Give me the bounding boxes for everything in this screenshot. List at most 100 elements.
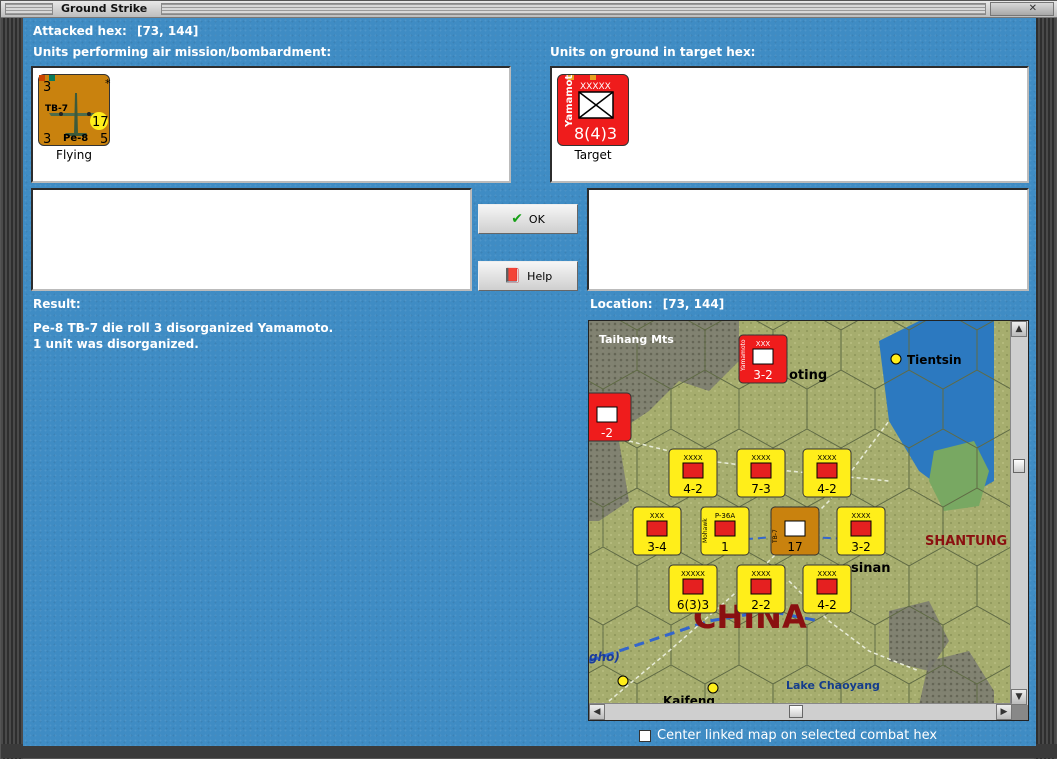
map-unit-name: Mohawk bbox=[702, 518, 709, 543]
map-unit-counter[interactable]: P-36A 1 Mohawk bbox=[700, 506, 750, 556]
vertical-scroll-thumb[interactable] bbox=[1013, 459, 1025, 473]
map-unit-strength: 4-2 bbox=[817, 598, 837, 612]
center-map-checkbox[interactable] bbox=[639, 729, 651, 742]
map-unit-strength: 17 bbox=[787, 540, 802, 554]
svg-text:sinan: sinan bbox=[851, 561, 890, 576]
air-units-panel[interactable]: 3 * 17 TB-7 3 Pe-8 5 Flying bbox=[31, 66, 511, 183]
map-unit-size: XXXX bbox=[817, 454, 836, 462]
air-unit-caption: Flying bbox=[56, 148, 92, 162]
ground-unit-caption: Target bbox=[574, 148, 612, 162]
scroll-left-icon[interactable]: ◀ bbox=[589, 704, 605, 720]
center-map-option[interactable]: Center linked map on selected combat hex bbox=[639, 728, 937, 743]
svg-text:3: 3 bbox=[43, 132, 51, 147]
scroll-down-icon[interactable]: ▼ bbox=[1011, 689, 1027, 705]
map-unit-strength: 3-4 bbox=[647, 540, 667, 554]
map-unit-strength: 4-2 bbox=[817, 482, 837, 496]
svg-text:Yamamoto: Yamamoto bbox=[564, 75, 575, 128]
map-unit-counter[interactable]: 17 TB-7 bbox=[770, 506, 820, 556]
svg-text:17: 17 bbox=[92, 115, 109, 130]
ground-units-label: Units on ground in target hex: bbox=[550, 45, 756, 59]
map-unit-counter[interactable]: XXXX 7-3 bbox=[736, 448, 786, 498]
svg-text:SHANTUNG: SHANTUNG bbox=[925, 534, 1007, 549]
title-bar-grip bbox=[161, 3, 986, 15]
map-unit-counter[interactable]: XXX 3-2 Yamamoto bbox=[738, 334, 788, 384]
map-unit-size: XXXX bbox=[817, 570, 836, 578]
map-unit-strength: 3-2 bbox=[851, 540, 871, 554]
svg-text:3: 3 bbox=[43, 80, 51, 95]
svg-text:Pe-8: Pe-8 bbox=[63, 133, 88, 144]
svg-text:8(4)3: 8(4)3 bbox=[574, 124, 617, 143]
map-unit-strength: 3-2 bbox=[753, 368, 773, 382]
map-unit-size: XXX bbox=[756, 340, 771, 348]
svg-text:*: * bbox=[105, 77, 111, 90]
help-button-label: Help bbox=[527, 269, 553, 283]
ground-unit-card[interactable]: Yamamoto XXXXX 8(4)3 Target bbox=[556, 68, 630, 162]
map-unit-strength: 6(3)3 bbox=[677, 598, 709, 612]
map-unit-size: XXXX bbox=[751, 454, 770, 462]
svg-text:oting: oting bbox=[789, 368, 827, 383]
map-horizontal-scrollbar[interactable]: ◀ ▶ bbox=[589, 703, 1012, 720]
map-unit-counter[interactable]: XXXX 3-2 bbox=[836, 506, 886, 556]
map-unit-counter[interactable]: XXXX 4-2 bbox=[802, 564, 852, 614]
window-menu-icon[interactable] bbox=[5, 3, 53, 15]
map-unit-size: XXXX bbox=[751, 570, 770, 578]
svg-text:Taihang Mts: Taihang Mts bbox=[599, 333, 674, 346]
map-unit-strength: -2 bbox=[601, 426, 613, 440]
svg-text:Tientsin: Tientsin bbox=[907, 353, 962, 367]
checkmark-icon: ✔ bbox=[511, 211, 523, 227]
attacked-hex-label: Attacked hex: [73, 144] bbox=[33, 24, 198, 38]
location-label: Location: [73, 144] bbox=[590, 297, 724, 311]
ground-details-panel bbox=[587, 188, 1029, 291]
center-map-checkbox-label: Center linked map on selected combat hex bbox=[657, 728, 938, 743]
title-bar[interactable]: Ground Strike ✕ bbox=[1, 1, 1057, 18]
map-unit-counter[interactable]: XXXX 4-2 bbox=[668, 448, 718, 498]
scroll-right-icon[interactable]: ▶ bbox=[996, 704, 1012, 720]
air-unit-card[interactable]: 3 * 17 TB-7 3 Pe-8 5 Flying bbox=[37, 74, 111, 162]
close-icon[interactable]: ✕ bbox=[990, 2, 1054, 16]
map-unit-counter[interactable]: XXXX 2-2 bbox=[736, 564, 786, 614]
dialog-content: Attacked hex: [73, 144] Units performing… bbox=[23, 18, 1036, 746]
window-title: Ground Strike bbox=[61, 2, 148, 15]
infantry-unit-icon: Yamamoto XXXXX 8(4)3 bbox=[564, 68, 617, 143]
air-units-label: Units performing air mission/bombardment… bbox=[33, 45, 332, 59]
location-coords: [73, 144] bbox=[662, 297, 725, 311]
ground-strike-window: Ground Strike ✕ Attacked hex: [73, 144] … bbox=[0, 0, 1057, 759]
scroll-up-icon[interactable]: ▲ bbox=[1011, 321, 1027, 337]
bomber-plane-icon: 3 * 17 TB-7 3 Pe-8 5 bbox=[39, 75, 111, 147]
result-label: Result: bbox=[33, 297, 81, 311]
svg-text:XXXXX: XXXXX bbox=[580, 82, 611, 92]
ground-unit-counter[interactable]: Yamamoto XXXXX 8(4)3 bbox=[557, 68, 629, 146]
ok-button[interactable]: ✔ OK bbox=[478, 204, 578, 234]
help-book-icon: 📕 bbox=[503, 268, 522, 284]
map-unit-counter[interactable]: -2 bbox=[582, 392, 632, 442]
location-map[interactable]: Taihang Mts Tientsin oting SHANTUNG sina… bbox=[582, 320, 1029, 721]
svg-text:gho): gho) bbox=[589, 650, 620, 664]
attacked-hex-coords: [73, 144] bbox=[136, 24, 199, 38]
ok-button-label: OK bbox=[528, 212, 545, 226]
svg-text:TB-7: TB-7 bbox=[45, 104, 68, 114]
map-unit-strength: 7-3 bbox=[751, 482, 771, 496]
hex-map[interactable]: Taihang Mts Tientsin oting SHANTUNG sina… bbox=[582, 321, 1012, 708]
map-unit-counter[interactable]: XXXX 4-2 bbox=[802, 448, 852, 498]
svg-text:5: 5 bbox=[100, 132, 108, 147]
map-unit-strength: 2-2 bbox=[751, 598, 771, 612]
map-vertical-scrollbar[interactable]: ▲ ▼ bbox=[1010, 321, 1028, 705]
air-unit-counter[interactable]: 3 * 17 TB-7 3 Pe-8 5 bbox=[38, 74, 111, 147]
map-unit-counter[interactable]: XXX 3-4 bbox=[632, 506, 682, 556]
window-frame-left bbox=[1, 18, 23, 759]
window-frame-right bbox=[1034, 18, 1056, 759]
help-button[interactable]: 📕 Help bbox=[478, 261, 578, 291]
horizontal-scroll-thumb[interactable] bbox=[789, 705, 803, 718]
map-unit-size: XXXXX bbox=[681, 570, 705, 578]
map-unit-name: Yamamoto bbox=[740, 339, 747, 372]
map-unit-counter[interactable]: XXXXX 6(3)3 bbox=[668, 564, 718, 614]
attacked-hex-label-text: Attacked hex: bbox=[33, 24, 127, 38]
ground-units-panel[interactable]: Yamamoto XXXXX 8(4)3 Target bbox=[550, 66, 1029, 183]
map-unit-strength: 4-2 bbox=[683, 482, 703, 496]
map-unit-strength: 1 bbox=[721, 540, 729, 554]
location-label-text: Location: bbox=[590, 297, 653, 311]
result-line: 1 unit was disorganized. bbox=[33, 337, 199, 351]
map-unit-size: XXXX bbox=[851, 512, 870, 520]
result-text: Pe-8 TB-7 die roll 3 disorganized Yamamo… bbox=[33, 320, 333, 352]
map-unit-name: TB-7 bbox=[772, 529, 779, 544]
